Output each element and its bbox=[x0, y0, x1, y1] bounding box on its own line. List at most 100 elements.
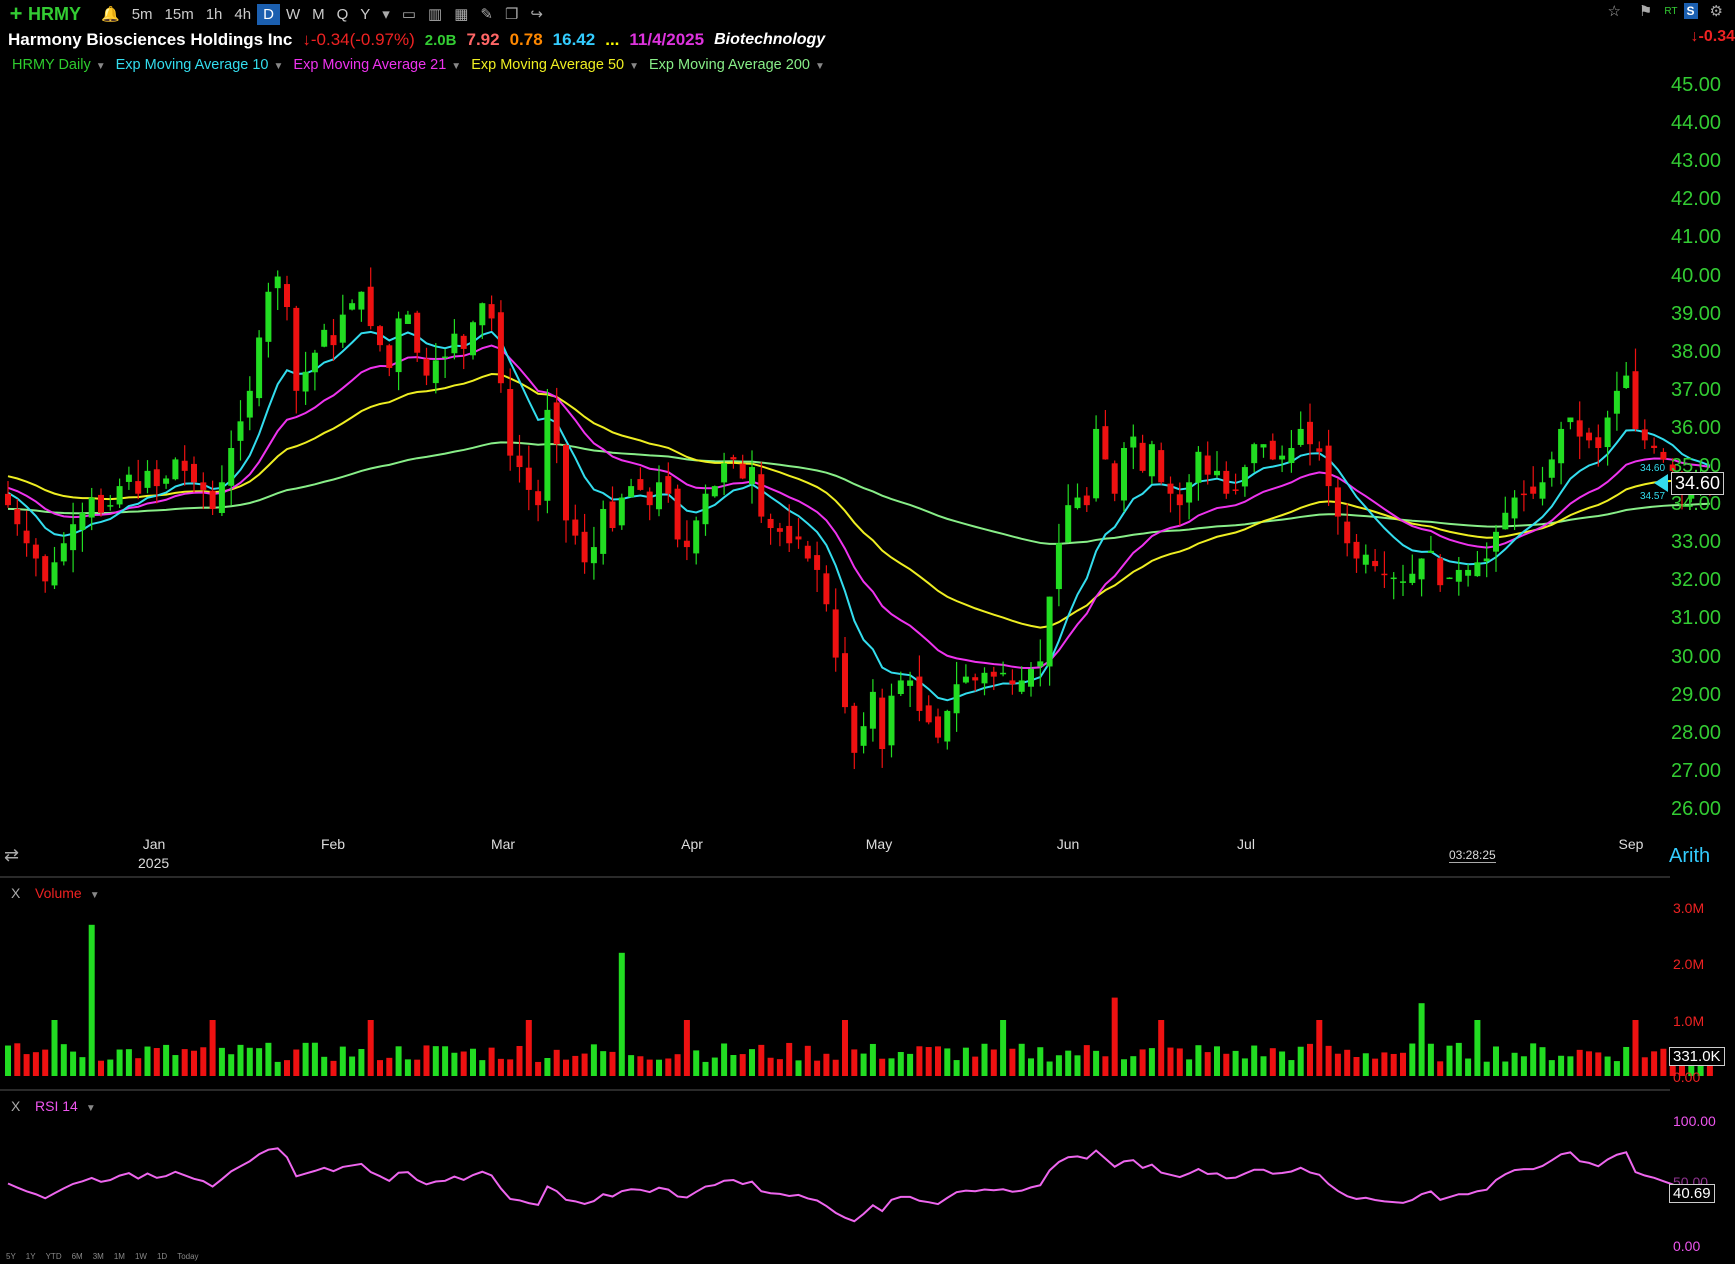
bell-icon[interactable]: 🔔 bbox=[95, 5, 126, 23]
candle-body bbox=[1204, 455, 1211, 475]
tf-monthly[interactable]: M bbox=[306, 4, 331, 25]
vol-axis-1m: 1.0M bbox=[1673, 1013, 1705, 1029]
tf-15m[interactable]: 15m bbox=[159, 4, 200, 25]
candle-body bbox=[1279, 455, 1286, 460]
candle-body bbox=[730, 457, 737, 460]
symbol-label[interactable]: HRMY bbox=[28, 4, 81, 25]
volume-title[interactable]: Volume ▼ bbox=[35, 885, 100, 901]
candle-body bbox=[1567, 417, 1574, 423]
range-3m[interactable]: 3M bbox=[93, 1252, 104, 1261]
candle-body bbox=[311, 352, 318, 373]
volume-bar bbox=[711, 1057, 718, 1076]
price-axis-label: 41.00 bbox=[1671, 226, 1722, 249]
legend-ema10[interactable]: Exp Moving Average 10 ▼ bbox=[116, 57, 284, 73]
down-arrow-icon: ↓ bbox=[302, 30, 311, 49]
candle-body bbox=[284, 284, 290, 308]
scale-arith[interactable]: Arith bbox=[1669, 845, 1710, 868]
volume-bar bbox=[1539, 1047, 1546, 1076]
range-ytd[interactable]: YTD bbox=[46, 1252, 62, 1261]
more-dots[interactable]: ... bbox=[605, 30, 619, 50]
candle-body bbox=[711, 486, 718, 497]
chevron-down-icon[interactable]: ▾ bbox=[376, 5, 396, 23]
volume-bar bbox=[1241, 1058, 1248, 1076]
range-1w[interactable]: 1W bbox=[135, 1252, 147, 1261]
rsi-title[interactable]: RSI 14 ▼ bbox=[35, 1098, 96, 1114]
volume-bar bbox=[1083, 1045, 1090, 1076]
tf-1h[interactable]: 1h bbox=[200, 4, 229, 25]
volume-bar bbox=[1102, 1056, 1109, 1076]
tf-weekly[interactable]: W bbox=[280, 4, 306, 25]
candle-body bbox=[897, 680, 904, 695]
right-change-value: -0.34 bbox=[1698, 28, 1735, 45]
candle-body bbox=[1121, 448, 1127, 501]
market-cap: 2.0B bbox=[424, 31, 457, 49]
range-1m[interactable]: 1M bbox=[114, 1252, 125, 1261]
candle-body bbox=[60, 543, 67, 562]
legend-daily[interactable]: HRMY Daily ▼ bbox=[12, 57, 106, 73]
flag-icon[interactable]: ⚑ bbox=[1633, 2, 1658, 20]
s-badge-icon[interactable]: S bbox=[1683, 3, 1698, 19]
ema50-line bbox=[7, 373, 1710, 629]
volume-bar bbox=[1046, 1061, 1053, 1076]
volume-bar bbox=[330, 1060, 337, 1076]
symbol-info-line: Harmony Biosciences Holdings Inc ↓-0.34(… bbox=[8, 28, 825, 52]
pencil-icon[interactable]: ✎ bbox=[474, 5, 499, 23]
price-chart[interactable] bbox=[0, 0, 1735, 1264]
star-icon[interactable]: ☆ bbox=[1601, 2, 1626, 20]
layers-icon[interactable]: ❐ bbox=[499, 5, 524, 23]
volume-bar bbox=[814, 1060, 821, 1076]
volume-bar bbox=[1595, 1052, 1602, 1076]
bars-icon[interactable]: ▥ bbox=[422, 5, 448, 23]
candle-body bbox=[1167, 483, 1174, 494]
candle-body bbox=[1632, 371, 1639, 429]
volume-bar bbox=[795, 1060, 802, 1076]
candle-body bbox=[1465, 569, 1472, 576]
range-1y[interactable]: 1Y bbox=[26, 1252, 36, 1261]
volume-bar bbox=[730, 1055, 737, 1076]
share-icon[interactable]: ↪ bbox=[524, 5, 549, 23]
tf-5m[interactable]: 5m bbox=[126, 4, 159, 25]
volume-bar bbox=[395, 1046, 402, 1076]
tf-daily[interactable]: D bbox=[257, 3, 280, 25]
volume-bar bbox=[1037, 1047, 1044, 1076]
legend-ema21[interactable]: Exp Moving Average 21 ▼ bbox=[293, 57, 461, 73]
gear-icon[interactable]: ⚙ bbox=[1704, 2, 1729, 20]
tf-4h[interactable]: 4h bbox=[228, 4, 257, 25]
calculator-icon[interactable]: ▦ bbox=[448, 5, 474, 23]
candle-body bbox=[1325, 445, 1332, 487]
volume-bar bbox=[953, 1060, 960, 1076]
candle-body bbox=[1493, 531, 1499, 552]
price-axis-label: 44.00 bbox=[1671, 112, 1722, 135]
candle-body bbox=[907, 680, 914, 686]
candle-body bbox=[1576, 420, 1583, 437]
candle-body bbox=[451, 333, 458, 354]
candle-body bbox=[404, 314, 411, 324]
legend-ema50[interactable]: Exp Moving Average 50 ▼ bbox=[471, 57, 639, 73]
range-today[interactable]: Today bbox=[177, 1252, 198, 1261]
candle-body bbox=[1158, 450, 1165, 483]
range-5y[interactable]: 5Y bbox=[6, 1252, 16, 1261]
legend-ema200[interactable]: Exp Moving Average 200 ▼ bbox=[649, 57, 825, 73]
candle-body bbox=[553, 402, 560, 445]
candle-body bbox=[1307, 421, 1313, 445]
volume-bar bbox=[5, 1045, 11, 1076]
candle-body bbox=[628, 486, 635, 498]
candle-body bbox=[1186, 482, 1193, 503]
range-6m[interactable]: 6M bbox=[72, 1252, 83, 1261]
add-symbol-icon[interactable]: + bbox=[4, 1, 28, 27]
volume-bar bbox=[851, 1049, 858, 1076]
rsi-close-icon[interactable]: X bbox=[11, 1098, 20, 1114]
drag-handle-icon[interactable]: ⇄ bbox=[4, 845, 19, 866]
candle-body bbox=[590, 547, 597, 564]
volume-close-icon[interactable]: X bbox=[11, 885, 20, 901]
chart-type-icon[interactable]: ▭ bbox=[396, 5, 422, 23]
candle-body bbox=[1502, 512, 1509, 530]
range-1d[interactable]: 1D bbox=[157, 1252, 167, 1261]
candle-body bbox=[1548, 459, 1555, 478]
top-toolbar: + HRMY 🔔 5m 15m 1h 4h D W M Q Y ▾ ▭ ▥ ▦ … bbox=[0, 0, 1735, 28]
company-name: Harmony Biosciences Holdings Inc bbox=[8, 30, 293, 49]
tf-yearly[interactable]: Y bbox=[354, 4, 376, 25]
tf-quarterly[interactable]: Q bbox=[331, 4, 355, 25]
volume-bar bbox=[1269, 1048, 1276, 1076]
price-axis-label: 32.00 bbox=[1671, 569, 1722, 592]
